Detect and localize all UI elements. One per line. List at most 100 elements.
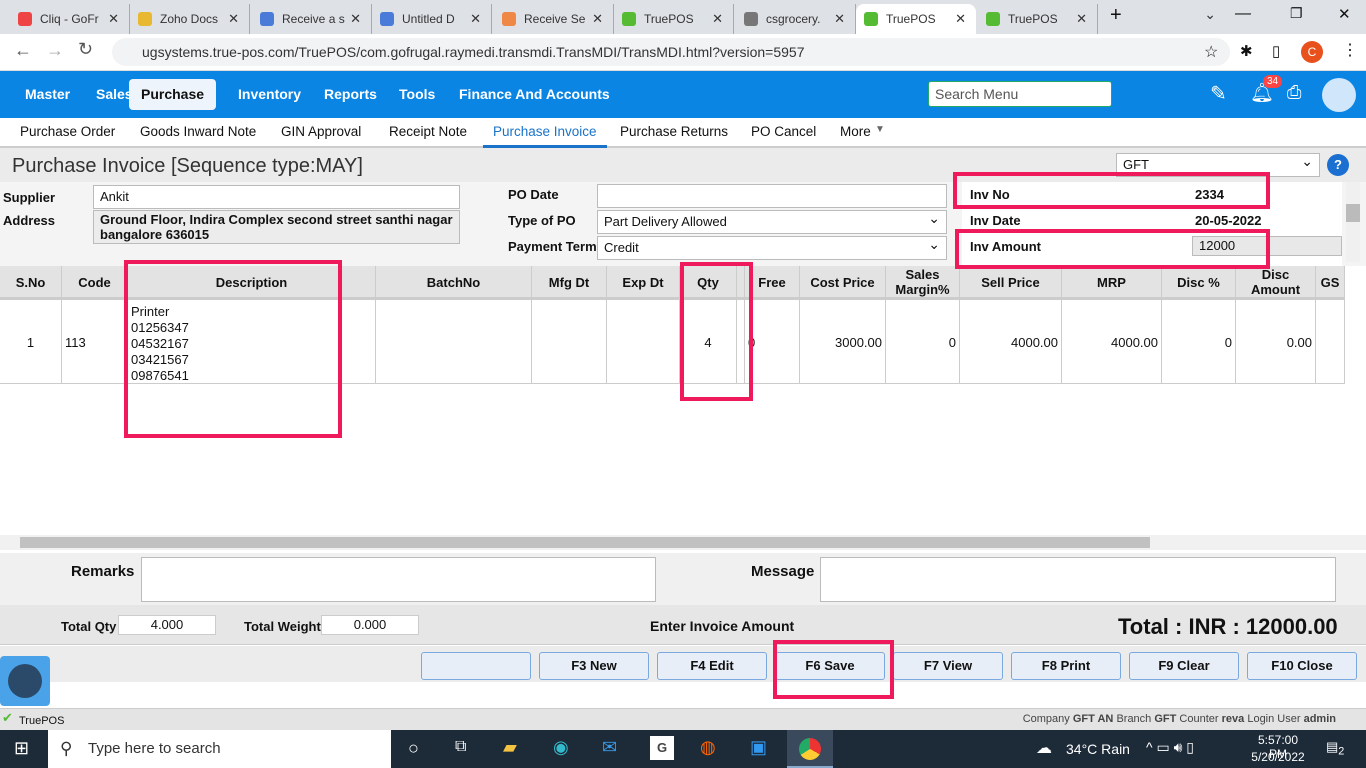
browser-tab[interactable]: TruePOS ✕: [614, 4, 734, 34]
nav-inventory[interactable]: Inventory: [226, 79, 313, 110]
nav-master[interactable]: Master: [13, 79, 82, 110]
cell-margin[interactable]: 0: [886, 300, 960, 384]
column-header[interactable]: MRP: [1062, 266, 1162, 298]
cortana-icon[interactable]: ○: [408, 738, 419, 759]
subnav-gin-approval[interactable]: GIN Approval: [271, 118, 371, 148]
payment-terms-select[interactable]: Credit: [597, 235, 947, 260]
subnav-receipt-note[interactable]: Receipt Note: [379, 118, 477, 148]
address-field[interactable]: Ground Floor, Indira Complex second stre…: [93, 210, 460, 244]
cell-code[interactable]: 113: [62, 300, 128, 384]
weather-text[interactable]: 34°C Rain: [1066, 741, 1130, 757]
cell-batch[interactable]: [376, 300, 532, 384]
edge-icon[interactable]: ◉: [553, 737, 569, 758]
tab-close-icon[interactable]: ✕: [955, 11, 966, 27]
taskbar-search[interactable]: ⚲ Type here to search: [48, 730, 391, 768]
browser-tab[interactable]: Zoho Docs ✕: [130, 4, 250, 34]
new-tab-button[interactable]: +: [1110, 4, 1122, 27]
theme-brush-icon[interactable]: ✎: [1210, 81, 1227, 106]
column-header[interactable]: GS: [1316, 266, 1345, 298]
browser-tab[interactable]: Receive Se ✕: [494, 4, 614, 34]
subnav-purchase-order[interactable]: Purchase Order: [10, 118, 125, 148]
form-scrollbar[interactable]: [1346, 182, 1360, 262]
cell-disc_amt[interactable]: 0.00: [1236, 300, 1316, 384]
message-textarea[interactable]: [820, 557, 1336, 602]
remarks-textarea[interactable]: [141, 557, 656, 602]
cell-free[interactable]: 0: [745, 300, 800, 384]
browser-tab[interactable]: Receive a s ✕: [252, 4, 372, 34]
help-icon[interactable]: ?: [1327, 154, 1349, 176]
support-avatar-icon[interactable]: [0, 656, 50, 706]
nav-purchase[interactable]: Purchase: [129, 79, 217, 110]
button-f9-clear[interactable]: F9 Clear: [1129, 652, 1239, 680]
nav-tools[interactable]: Tools: [387, 79, 447, 110]
horizontal-scrollbar[interactable]: [0, 535, 1366, 550]
subnav-purchase-returns[interactable]: Purchase Returns: [610, 118, 738, 148]
button-f3-new[interactable]: F3 New: [539, 652, 649, 680]
button-f10-close[interactable]: F10 Close: [1247, 652, 1357, 680]
type-of-po-select[interactable]: Part Delivery Allowed: [597, 209, 947, 234]
extensions-icon[interactable]: ✱: [1240, 42, 1253, 60]
search-menu-input[interactable]: Search Menu: [928, 81, 1112, 107]
tab-close-icon[interactable]: ✕: [350, 11, 361, 27]
subnav-po-cancel[interactable]: PO Cancel: [741, 118, 826, 148]
inv-date-value[interactable]: 20-05-2022: [1195, 213, 1262, 228]
cell-mrp[interactable]: 4000.00: [1062, 300, 1162, 384]
subnav-goods-inward-note[interactable]: Goods Inward Note: [130, 118, 266, 148]
tab-close-icon[interactable]: ✕: [108, 11, 119, 27]
supplier-field[interactable]: Ankit: [93, 185, 460, 209]
cell-empty[interactable]: [1316, 300, 1345, 384]
tab-search-icon[interactable]: ⌄: [1204, 6, 1216, 23]
tab-close-icon[interactable]: ✕: [228, 11, 239, 27]
forward-icon[interactable]: →: [46, 40, 64, 61]
subnav-purchase-invoice[interactable]: Purchase Invoice: [483, 118, 607, 148]
tab-close-icon[interactable]: ✕: [834, 11, 845, 27]
tray-icons[interactable]: ^ ▭ 🔊︎ ▯: [1146, 739, 1194, 756]
nav-finance-and-accounts[interactable]: Finance And Accounts: [447, 79, 622, 110]
reload-icon[interactable]: ↻: [78, 39, 93, 60]
cell-sno[interactable]: 1: [0, 300, 62, 384]
column-header[interactable]: Code: [62, 266, 128, 298]
tab-close-icon[interactable]: ✕: [470, 11, 481, 27]
bookmark-star-icon[interactable]: ☆: [1204, 42, 1218, 62]
browser-tab[interactable]: Cliq - GoFr ✕: [10, 4, 130, 34]
cell-mfg[interactable]: [532, 300, 607, 384]
subnav-more[interactable]: More: [830, 118, 881, 148]
column-header[interactable]: Exp Dt: [607, 266, 680, 298]
mail-icon[interactable]: ✉: [602, 737, 617, 758]
cell-sell[interactable]: 4000.00: [960, 300, 1062, 384]
column-header[interactable]: Sales Margin%: [886, 266, 960, 298]
po-date-field[interactable]: [597, 184, 947, 208]
firefox-icon[interactable]: ◍: [700, 737, 716, 758]
printer-icon[interactable]: ⎙: [1287, 82, 1301, 103]
tab-close-icon[interactable]: ✕: [592, 11, 603, 27]
column-header[interactable]: Sell Price: [960, 266, 1062, 298]
column-header[interactable]: S.No: [0, 266, 62, 298]
url-field[interactable]: ugsystems.true-pos.com/TruePOS/com.gofru…: [112, 38, 1230, 66]
column-header[interactable]: BatchNo: [376, 266, 532, 298]
nav-reports[interactable]: Reports: [312, 79, 389, 110]
profile-avatar[interactable]: C: [1301, 41, 1323, 63]
close-window-button[interactable]: ✕: [1338, 5, 1351, 23]
notifications-badge[interactable]: ▤2: [1326, 739, 1344, 758]
browser-tab[interactable]: csgrocery. ✕: [736, 4, 856, 34]
tab-close-icon[interactable]: ✕: [1076, 11, 1087, 27]
button-blank[interactable]: [421, 652, 531, 680]
button-f8-print[interactable]: F8 Print: [1011, 652, 1121, 680]
user-avatar[interactable]: [1322, 78, 1356, 112]
store-icon[interactable]: ▣: [750, 737, 767, 758]
windows-start-icon[interactable]: ⊞: [14, 738, 29, 759]
column-header[interactable]: Cost Price: [800, 266, 886, 298]
chrome-taskbar-button[interactable]: [787, 730, 833, 768]
column-header[interactable]: Mfg Dt: [532, 266, 607, 298]
menu-kebab-icon[interactable]: ⋮: [1342, 40, 1358, 60]
browser-tab[interactable]: TruePOS ✕: [978, 4, 1098, 34]
side-panel-icon[interactable]: ▯: [1272, 42, 1280, 60]
clock-date[interactable]: 5/20/2022: [1248, 750, 1308, 764]
column-header[interactable]: Free: [745, 266, 800, 298]
button-f4-edit[interactable]: F4 Edit: [657, 652, 767, 680]
tab-close-icon[interactable]: ✕: [712, 11, 723, 27]
browser-tab[interactable]: Untitled D ✕: [372, 4, 492, 34]
gofrugal-app-icon[interactable]: G: [650, 736, 674, 760]
file-explorer-icon[interactable]: ▰: [503, 737, 517, 758]
column-header[interactable]: Disc Amount: [1236, 266, 1316, 298]
